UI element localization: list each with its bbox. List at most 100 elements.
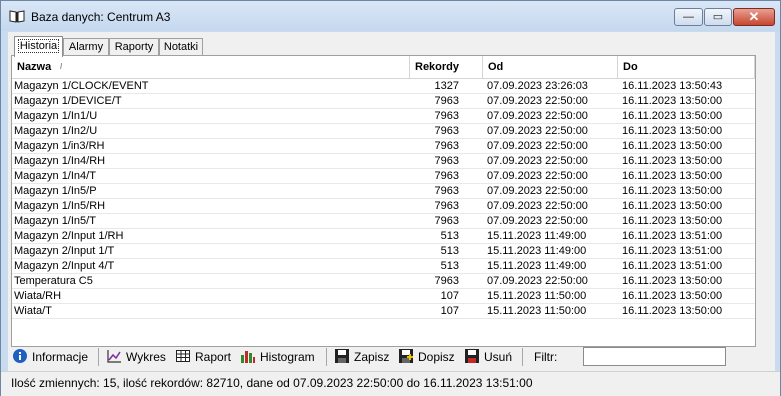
cell-od: 07.09.2023 22:50:00 bbox=[487, 95, 588, 107]
sort-ascending-icon: / bbox=[60, 62, 63, 71]
history-table[interactable]: Nazwa / Rekordy Od Do Magazyn 1/CLOCK/EVE… bbox=[12, 56, 755, 346]
cell-do: 16.11.2023 13:50:00 bbox=[622, 305, 723, 317]
toolbar-separator bbox=[98, 348, 99, 366]
table-row[interactable]: Magazyn 1/In5/P 7963 07.09.2023 22:50:00 16… bbox=[12, 184, 755, 199]
line-chart-icon bbox=[107, 350, 121, 363]
cell-od: 07.09.2023 22:50:00 bbox=[487, 125, 588, 137]
cell-do: 16.11.2023 13:50:00 bbox=[622, 200, 723, 212]
cell-rekordy: 7963 bbox=[434, 155, 459, 167]
table-icon bbox=[176, 350, 190, 362]
cell-od: 07.09.2023 23:26:03 bbox=[487, 80, 588, 92]
cell-nazwa: Magazyn 2/Input 1/RH bbox=[14, 230, 124, 242]
cell-nazwa: Magazyn 1/In5/T bbox=[14, 215, 96, 227]
cell-nazwa: Magazyn 1/In4/T bbox=[14, 170, 96, 182]
table-row[interactable]: Magazyn 2/Input 1/T 513 15.11.2023 11:49:0… bbox=[12, 244, 755, 259]
cell-rekordy: 7963 bbox=[434, 140, 459, 152]
cell-rekordy: 7963 bbox=[434, 125, 459, 137]
column-header-rekordy[interactable]: Rekordy bbox=[410, 56, 483, 78]
cell-nazwa: Magazyn 1/In5/P bbox=[14, 185, 97, 197]
cell-od: 07.09.2023 22:50:00 bbox=[487, 170, 588, 182]
tab-notatki[interactable]: Notatki bbox=[159, 38, 203, 56]
cell-rekordy: 7963 bbox=[434, 170, 459, 182]
floppy-append-icon bbox=[399, 349, 413, 363]
cell-rekordy: 107 bbox=[440, 290, 459, 302]
maximize-icon: ▭ bbox=[712, 11, 724, 23]
histogram-button[interactable]: Histogram bbox=[240, 348, 315, 366]
toolbar-separator bbox=[326, 348, 327, 366]
cell-do: 16.11.2023 13:50:00 bbox=[622, 110, 723, 122]
table-row[interactable]: Magazyn 1/In5/T 7963 07.09.2023 22:50:00 16… bbox=[12, 214, 755, 229]
cell-rekordy: 7963 bbox=[434, 110, 459, 122]
table-row[interactable]: Magazyn 1/In2/U 7963 07.09.2023 22:50:00 16… bbox=[12, 124, 755, 139]
table-row[interactable]: Magazyn 1/in3/RH 7963 07.09.2023 22:50:00 1… bbox=[12, 139, 755, 154]
cell-rekordy: 7963 bbox=[434, 275, 459, 287]
table-row[interactable]: Magazyn 1/In4/RH 7963 07.09.2023 22:50:00 1… bbox=[12, 154, 755, 169]
cell-od: 07.09.2023 22:50:00 bbox=[487, 110, 588, 122]
toolbar-separator bbox=[522, 348, 523, 366]
chart-label: Wykres bbox=[126, 350, 166, 364]
cell-nazwa: Magazyn 2/Input 1/T bbox=[14, 245, 115, 257]
cell-rekordy: 7963 bbox=[434, 95, 459, 107]
cell-rekordy: 7963 bbox=[434, 200, 459, 212]
filter-label: Filtr: bbox=[534, 350, 558, 364]
cell-od: 07.09.2023 22:50:00 bbox=[487, 275, 588, 287]
table-row[interactable]: Magazyn 1/In1/U 7963 07.09.2023 22:50:00 16… bbox=[12, 109, 755, 124]
cell-do: 16.11.2023 13:51:00 bbox=[622, 230, 723, 242]
delete-button[interactable]: Usuń bbox=[464, 348, 512, 366]
cell-rekordy: 513 bbox=[440, 245, 459, 257]
cell-nazwa: Magazyn 1/In2/U bbox=[14, 125, 98, 137]
cell-rekordy: 107 bbox=[440, 305, 459, 317]
floppy-disk-icon bbox=[335, 349, 349, 363]
table-row[interactable]: Magazyn 1/DEVICE/T 7963 07.09.2023 22:50:0… bbox=[12, 94, 755, 109]
cell-od: 15.11.2023 11:50:00 bbox=[487, 305, 587, 317]
table-row[interactable]: Magazyn 1/In5/RH 7963 07.09.2023 22:50:00 1… bbox=[12, 199, 755, 214]
cell-do: 16.11.2023 13:50:00 bbox=[622, 125, 723, 137]
table-row[interactable]: Magazyn 2/Input 1/RH 513 15.11.2023 11:49:… bbox=[12, 229, 755, 244]
tab-alarmy[interactable]: Alarmy bbox=[63, 38, 109, 56]
cell-do: 16.11.2023 13:50:00 bbox=[622, 155, 723, 167]
save-button[interactable]: Zapisz bbox=[334, 348, 389, 366]
table-row[interactable]: Magazyn 1/In4/T 7963 07.09.2023 22:50:00 16… bbox=[12, 169, 755, 184]
cell-do: 16.11.2023 13:50:00 bbox=[622, 170, 723, 182]
tab-historia[interactable]: Historia bbox=[14, 36, 63, 57]
cell-nazwa: Wiata/T bbox=[14, 305, 52, 317]
report-button[interactable]: Raport bbox=[175, 348, 231, 366]
status-bar: Ilość zmiennych: 15, ilość rekordów: 827… bbox=[1, 371, 780, 396]
table-row[interactable]: Wiata/RH 107 15.11.2023 11:50:00 16.11.2023… bbox=[12, 289, 755, 304]
cell-od: 07.09.2023 22:50:00 bbox=[487, 140, 588, 152]
column-header-nazwa[interactable]: Nazwa / bbox=[12, 56, 410, 78]
cell-rekordy: 7963 bbox=[434, 185, 459, 197]
filter-input[interactable] bbox=[583, 347, 726, 366]
table-row[interactable]: Wiata/T 107 15.11.2023 11:50:00 16.11.2023 … bbox=[12, 304, 755, 319]
cell-do: 16.11.2023 13:50:00 bbox=[622, 95, 723, 107]
cell-nazwa: Magazyn 1/CLOCK/EVENT bbox=[14, 80, 149, 92]
cell-od: 07.09.2023 22:50:00 bbox=[487, 155, 588, 167]
info-button[interactable]: Informacje bbox=[12, 348, 88, 366]
title-bar[interactable]: Baza danych: Centrum A3 — ▭ ✕ bbox=[1, 1, 780, 31]
table-row[interactable]: Magazyn 1/CLOCK/EVENT 1327 07.09.2023 23:2… bbox=[12, 79, 755, 94]
table-row[interactable]: Temperatura C5 7963 07.09.2023 22:50:00 16.… bbox=[12, 274, 755, 289]
append-button[interactable]: Dopisz bbox=[398, 348, 455, 366]
close-button[interactable]: ✕ bbox=[733, 8, 775, 26]
window-title: Baza danych: Centrum A3 bbox=[31, 10, 171, 24]
maximize-button[interactable]: ▭ bbox=[704, 8, 732, 26]
save-label: Zapisz bbox=[354, 350, 390, 364]
book-icon bbox=[9, 10, 25, 23]
cell-rekordy: 7963 bbox=[434, 215, 459, 227]
cell-rekordy: 513 bbox=[440, 230, 459, 242]
chart-button[interactable]: Wykres bbox=[106, 348, 166, 366]
database-window: Baza danych: Centrum A3 — ▭ ✕ Historia A… bbox=[0, 0, 781, 396]
cell-od: 15.11.2023 11:49:00 bbox=[487, 260, 587, 272]
table-header: Nazwa / Rekordy Od Do bbox=[12, 56, 755, 79]
cell-nazwa: Magazyn 1/DEVICE/T bbox=[14, 95, 122, 107]
history-panel: Nazwa / Rekordy Od Do Magazyn 1/CLOCK/EVE… bbox=[11, 55, 756, 347]
column-header-od[interactable]: Od bbox=[483, 56, 618, 78]
tab-raporty[interactable]: Raporty bbox=[109, 38, 159, 56]
column-header-do[interactable]: Do bbox=[618, 56, 755, 78]
cell-do: 16.11.2023 13:50:43 bbox=[622, 80, 723, 92]
info-icon bbox=[13, 349, 27, 363]
info-label: Informacje bbox=[32, 350, 89, 364]
table-row[interactable]: Magazyn 2/Input 4/T 513 15.11.2023 11:49:0… bbox=[12, 259, 755, 274]
minimize-button[interactable]: — bbox=[674, 8, 703, 26]
cell-nazwa: Magazyn 1/In1/U bbox=[14, 110, 98, 122]
